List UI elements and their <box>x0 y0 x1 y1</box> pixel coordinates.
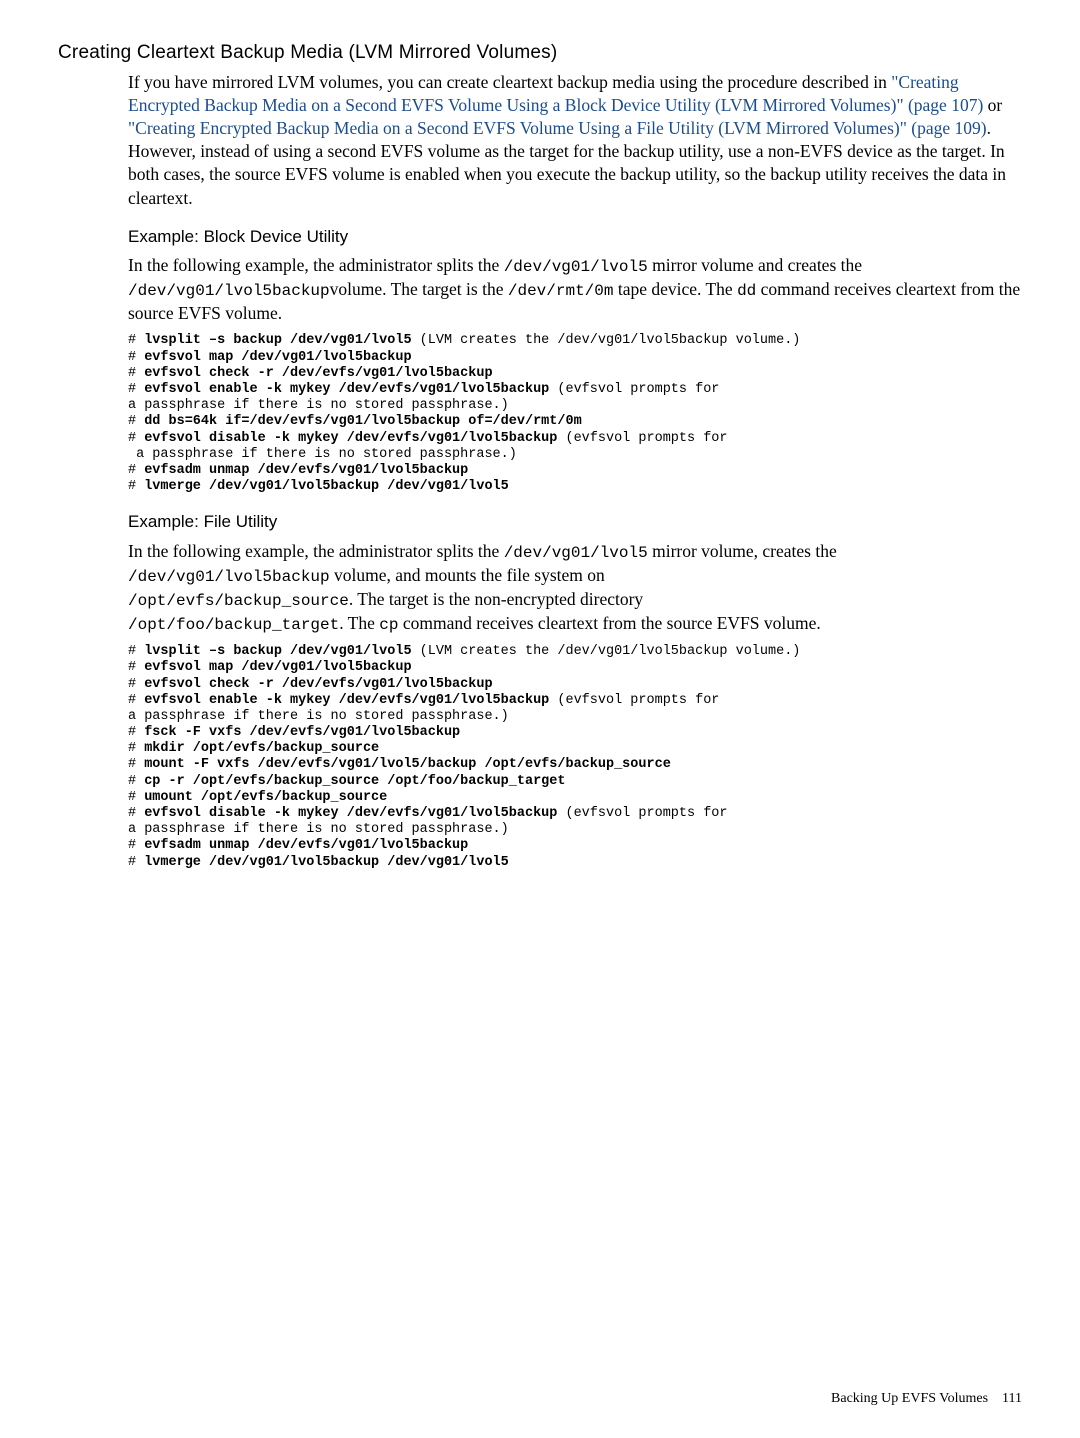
ex2-seg1: In the following example, the administra… <box>128 541 504 561</box>
ex1-mono2: /dev/vg01/lvol5backup <box>128 282 330 300</box>
ex1-seg3: volume. The target is the <box>330 279 508 299</box>
example1-paragraph: In the following example, the administra… <box>128 254 1022 325</box>
example2-paragraph: In the following example, the administra… <box>128 540 1022 636</box>
ex1-mono4: dd <box>737 282 756 300</box>
ex2-seg5: . The <box>339 613 379 633</box>
ex2-seg3: volume, and mounts the file system on <box>330 565 605 585</box>
ex2-mono5: cp <box>379 616 398 634</box>
example1-heading: Example: Block Device Utility <box>128 226 1022 248</box>
ex2-mono4: /opt/foo/backup_target <box>128 616 339 634</box>
ex1-seg2: mirror volume and creates the <box>648 255 862 275</box>
ex1-mono1: /dev/vg01/lvol5 <box>504 258 648 276</box>
footer-text: Backing Up EVFS Volumes <box>831 1391 988 1406</box>
ex1-mono3: /dev/rmt/0m <box>508 282 614 300</box>
ex2-seg4: . The target is the non-encrypted direct… <box>349 589 643 609</box>
example2-heading: Example: File Utility <box>128 511 1022 533</box>
example2-code: # lvsplit –s backup /dev/vg01/lvol5 (LVM… <box>128 644 1022 871</box>
ex1-seg4: tape device. The <box>613 279 737 299</box>
ex2-seg6: command receives cleartext from the sour… <box>398 613 820 633</box>
intro-link-2[interactable]: "Creating Encrypted Backup Media on a Se… <box>128 118 987 138</box>
intro-paragraph: If you have mirrored LVM volumes, you ca… <box>128 71 1022 210</box>
ex2-mono1: /dev/vg01/lvol5 <box>504 544 648 562</box>
ex2-mono3: /opt/evfs/backup_source <box>128 592 349 610</box>
footer-page: 111 <box>1002 1391 1022 1406</box>
example1-code: # lvsplit –s backup /dev/vg01/lvol5 (LVM… <box>128 333 1022 495</box>
ex2-mono2: /dev/vg01/lvol5backup <box>128 568 330 586</box>
ex2-seg2: mirror volume, creates the <box>648 541 837 561</box>
ex1-seg1: In the following example, the administra… <box>128 255 504 275</box>
page-footer: Backing Up EVFS Volumes 111 <box>831 1390 1022 1408</box>
intro-seg1: If you have mirrored LVM volumes, you ca… <box>128 72 891 92</box>
section-heading: Creating Cleartext Backup Media (LVM Mir… <box>58 40 1022 65</box>
intro-seg2: or <box>983 95 1002 115</box>
